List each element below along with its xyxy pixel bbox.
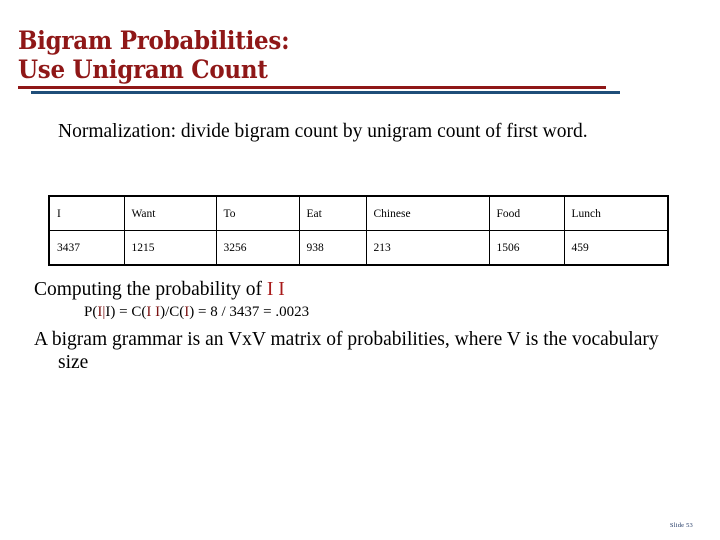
page-title: Bigram Probabilities: Use Unigram Count [18, 26, 678, 84]
table-data-cell: 3256 [215, 230, 300, 266]
page-title-line-2: Use Unigram Count [18, 55, 268, 84]
table-header-cell: Chinese [365, 195, 490, 231]
formula-p-open: P( [84, 304, 98, 320]
table-row-headers: I Want To Eat Chinese Food Lunch [48, 195, 669, 231]
computing-prefix-text: Computing the probability of [34, 279, 267, 300]
title-divider-blue [31, 91, 620, 94]
table-data-cell: 3437 [48, 230, 125, 266]
formula-c-close: )/C( [160, 304, 185, 320]
page-title-line-1: Bigram Probabilities: [18, 26, 290, 55]
table-header-cell: Lunch [563, 195, 669, 231]
table-data-cell: 938 [298, 230, 367, 266]
table-header-cell: Want [123, 195, 217, 231]
bigram-matrix-paragraph: A bigram grammar is an VxV matrix of pro… [34, 329, 659, 373]
unigram-count-table-wrapper: I Want To Eat Chinese Food Lunch 3437 12… [48, 195, 669, 266]
table-header-cell: Eat [298, 195, 367, 231]
normalization-paragraph: Normalization: divide bigram count by un… [58, 121, 588, 142]
formula-eq-1: = C( [115, 304, 147, 320]
title-divider-red [18, 86, 606, 89]
computing-probability-line: Computing the probability of I I [0, 278, 720, 301]
table-header-cell: Food [488, 195, 565, 231]
slide-number-footer: Slide 53 [669, 522, 693, 529]
table-header-cell: To [215, 195, 300, 231]
table-data-cell: 213 [365, 230, 490, 266]
computing-probability-paragraph: Computing the probability of I I [0, 278, 720, 301]
table-data-cell: 1215 [123, 230, 217, 266]
unigram-count-table: I Want To Eat Chinese Food Lunch 3437 12… [48, 195, 669, 266]
table-header-cell: I [48, 195, 125, 231]
slide-body: Normalization: divide bigram count by un… [0, 120, 720, 143]
table-data-cell: 459 [563, 230, 669, 266]
bigram-matrix-line: A bigram grammar is an VxV matrix of pro… [0, 328, 720, 374]
table-row-counts: 3437 1215 3256 938 213 1506 459 [48, 230, 669, 266]
formula-eq-2: = 8 / 3437 = .0023 [194, 304, 310, 320]
table-data-cell: 1506 [488, 230, 565, 266]
probability-formula: P(I|I) = C(I I)/C(I) = 8 / 3437 = .0023 [0, 303, 720, 321]
computing-token-2: I [278, 279, 285, 300]
